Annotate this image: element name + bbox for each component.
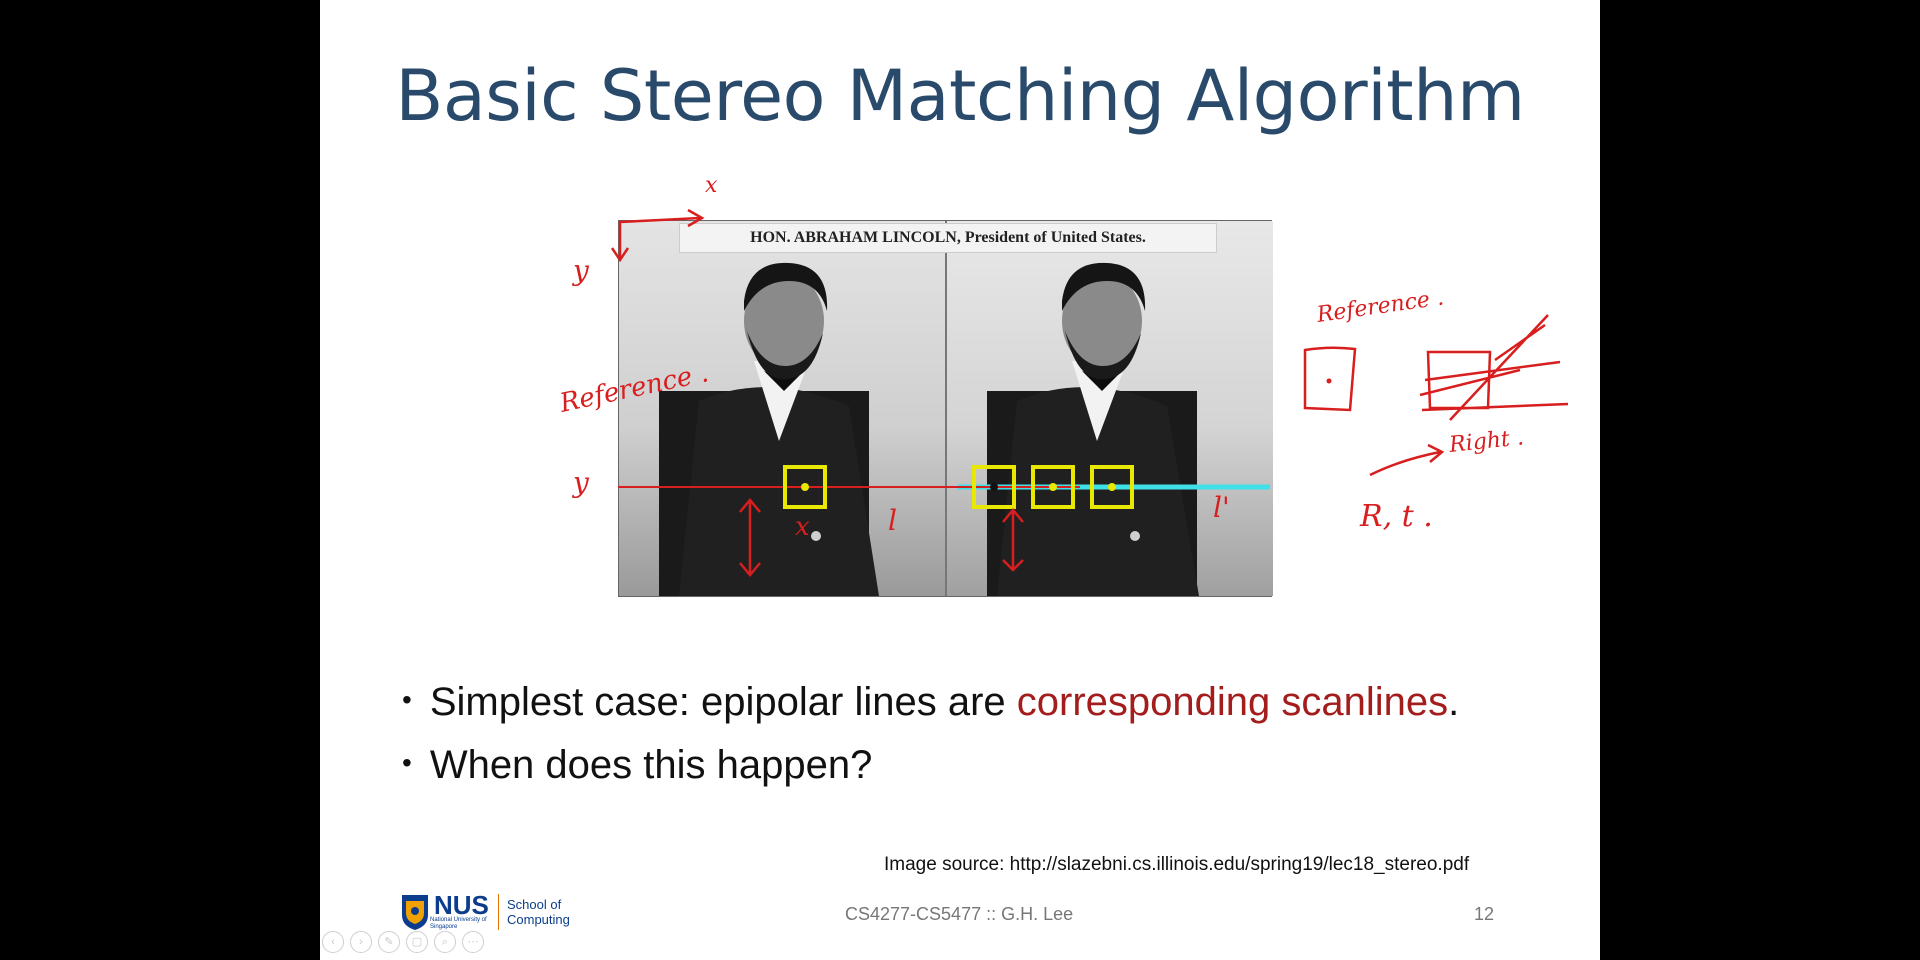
more-icon[interactable]: ⋯ bbox=[462, 931, 484, 953]
annotation-layer: x y Reference . y x l l' Reference . Rig… bbox=[556, 173, 1569, 577]
point-x-label: x bbox=[795, 512, 810, 542]
zoom-icon[interactable]: ⌕ bbox=[434, 931, 456, 953]
nus-wordmark: NUS bbox=[434, 890, 489, 920]
line-l-prime-label: l' bbox=[1213, 491, 1230, 524]
nus-crest-icon bbox=[402, 895, 428, 930]
slide: Basic Stereo Matching Algorithm HON. ABR… bbox=[320, 0, 1600, 960]
axis-y-label: y bbox=[571, 254, 590, 287]
bullet-dot-icon: • bbox=[402, 747, 412, 778]
course-footer: CS4277-CS5477 :: G.H. Lee bbox=[845, 904, 1074, 924]
page-number: 12 bbox=[1474, 904, 1495, 924]
vertical-arrow-left-icon bbox=[739, 498, 761, 577]
axis-arrow-icon bbox=[618, 216, 701, 258]
pen-icon[interactable]: ✎ bbox=[378, 931, 400, 953]
reference-label-right: Reference . bbox=[1314, 285, 1445, 328]
rt-label: R, t . bbox=[1359, 499, 1433, 534]
candidate-point-3 bbox=[1108, 483, 1116, 491]
bullet-text: Simplest case: epipolar lines are bbox=[429, 680, 1017, 724]
right-label: Right . bbox=[1447, 425, 1525, 458]
candidate-point-1 bbox=[990, 483, 998, 491]
bullet-list: • Simplest case: epipolar lines are corr… bbox=[402, 680, 1459, 806]
scanline-y-label: y bbox=[571, 466, 590, 499]
candidate-point-2 bbox=[1049, 483, 1057, 491]
image-source: Image source: http://slazebni.cs.illinoi… bbox=[884, 854, 1470, 875]
nus-subtitle: National University of Singapore bbox=[430, 917, 487, 930]
bullet-item: • Simplest case: epipolar lines are corr… bbox=[402, 680, 1459, 725]
reference-point bbox=[801, 483, 809, 491]
right-camera-icon bbox=[1419, 314, 1569, 421]
bullet-text: When does this happen? bbox=[429, 743, 873, 787]
vertical-arrow-right-icon bbox=[1002, 508, 1024, 572]
next-icon[interactable]: › bbox=[350, 931, 372, 953]
previous-icon[interactable]: ‹ bbox=[322, 931, 344, 953]
nus-logo: NUS National University of Singapore Sch… bbox=[400, 890, 577, 931]
bullet-text-end: . bbox=[1448, 680, 1460, 724]
school-name: School of Computing bbox=[507, 897, 570, 927]
bullet-accent-text: corresponding scanlines bbox=[1016, 680, 1449, 724]
transform-arrow-icon bbox=[1369, 443, 1445, 477]
axis-x-label: x bbox=[705, 173, 718, 198]
reference-label-left: Reference . bbox=[556, 358, 711, 419]
logo-divider bbox=[498, 894, 499, 930]
line-l-label: l bbox=[888, 504, 897, 537]
bullet-dot-icon: • bbox=[402, 684, 412, 715]
slideshow-controls: ‹ › ✎ ▢ ⌕ ⋯ bbox=[322, 931, 484, 953]
slides-icon[interactable]: ▢ bbox=[406, 931, 428, 953]
bullet-item: • When does this happen? bbox=[402, 743, 1459, 788]
